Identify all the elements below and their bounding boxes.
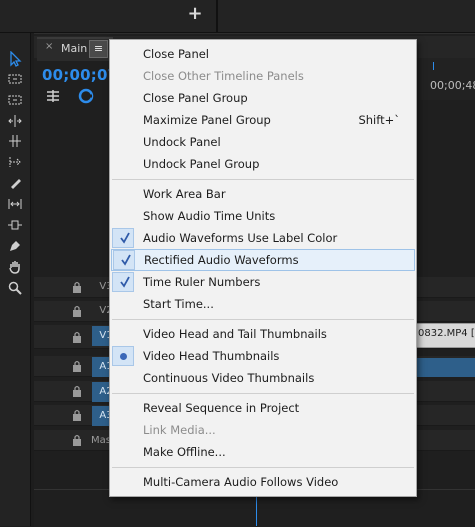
- ripple-edit-tool-icon[interactable]: [6, 113, 24, 129]
- menu-item-label: Audio Waveforms Use Label Color: [143, 231, 338, 245]
- rate-stretch-tool-icon[interactable]: [6, 154, 24, 170]
- lock-icon[interactable]: [72, 409, 82, 421]
- menu-item-label: Close Panel: [143, 47, 210, 61]
- linked-selection-icon[interactable]: [78, 88, 94, 104]
- menu-item-label: Undock Panel: [143, 135, 221, 149]
- menu-item-continuous-video-thumbnails[interactable]: Continuous Video Thumbnails: [110, 367, 416, 389]
- menu-item-label: Maximize Panel Group: [143, 113, 271, 127]
- panel-header-strip: [0, 0, 475, 33]
- menu-item-audio-waveforms-label-color[interactable]: Audio Waveforms Use Label Color: [110, 227, 416, 249]
- slip-tool-icon[interactable]: [6, 196, 24, 212]
- selection-tool-icon[interactable]: [6, 51, 24, 67]
- lock-icon[interactable]: [72, 281, 82, 293]
- menu-item-label: Close Other Timeline Panels: [143, 69, 304, 83]
- check-gutter: [113, 250, 135, 270]
- menu-item-link-media: Link Media...: [110, 419, 416, 441]
- panel-menu-button[interactable]: ≡: [89, 40, 108, 58]
- menu-item-label: Work Area Bar: [143, 187, 226, 201]
- panel-context-menu: Close Panel Close Other Timeline Panels …: [109, 39, 417, 497]
- lock-icon[interactable]: [72, 305, 82, 317]
- playhead-timecode[interactable]: 00;00;07: [42, 66, 118, 84]
- lock-icon[interactable]: [72, 331, 82, 343]
- razor-tool-icon[interactable]: [6, 175, 24, 191]
- menu-item-label: Undock Panel Group: [143, 157, 260, 171]
- menu-item-label: Reveal Sequence in Project: [143, 401, 300, 415]
- menu-item-label: Continuous Video Thumbnails: [143, 371, 315, 385]
- menu-item-video-head-thumbnails[interactable]: Video Head Thumbnails: [110, 345, 416, 367]
- menu-item-label: Video Head and Tail Thumbnails: [143, 327, 327, 341]
- menu-separator: [112, 393, 414, 394]
- checkmark-icon: [121, 254, 131, 266]
- check-gutter: [112, 272, 134, 292]
- menu-item-label: Start Time...: [143, 297, 214, 311]
- radio-gutter: [112, 346, 134, 366]
- insert-overwrite-icon[interactable]: [45, 88, 61, 104]
- menu-item-label: Video Head Thumbnails: [143, 349, 280, 363]
- menu-item-close-panel[interactable]: Close Panel: [110, 43, 416, 65]
- add-panel-plus-icon[interactable]: +: [186, 4, 204, 24]
- menu-item-rectified-audio-waveforms[interactable]: Rectified Audio Waveforms: [111, 249, 415, 271]
- panel-divider: [216, 0, 218, 32]
- menu-separator: [112, 319, 414, 320]
- track-select-backward-tool-icon[interactable]: [6, 92, 24, 108]
- menu-separator: [112, 467, 414, 468]
- hand-tool-icon[interactable]: [6, 259, 24, 275]
- ruler-timecode-label: 00;00;48: [430, 79, 475, 92]
- video-clip-label: 0832.MP4 [V: [418, 328, 475, 339]
- tab-main-label[interactable]: Main: [61, 42, 87, 55]
- menu-item-label: Make Offline...: [143, 445, 226, 459]
- track-select-forward-tool-icon[interactable]: [6, 71, 24, 87]
- menu-item-label: Show Audio Time Units: [143, 209, 276, 223]
- pen-tool-icon[interactable]: [6, 238, 24, 254]
- menu-item-label: Close Panel Group: [143, 91, 248, 105]
- menu-item-close-panel-group[interactable]: Close Panel Group: [110, 87, 416, 109]
- menu-item-label: Time Ruler Numbers: [143, 275, 261, 289]
- menu-separator: [112, 179, 414, 180]
- menu-item-make-offline[interactable]: Make Offline...: [110, 441, 416, 463]
- checkmark-icon: [120, 232, 130, 244]
- menu-item-time-ruler-numbers[interactable]: Time Ruler Numbers: [110, 271, 416, 293]
- menu-item-reveal-sequence-in-project[interactable]: Reveal Sequence in Project: [110, 397, 416, 419]
- check-gutter: [112, 228, 134, 248]
- menu-item-show-audio-time-units[interactable]: Show Audio Time Units: [110, 205, 416, 227]
- lock-icon[interactable]: [72, 385, 82, 397]
- menu-item-close-other-timeline-panels: Close Other Timeline Panels: [110, 65, 416, 87]
- radio-dot-icon: [120, 353, 127, 360]
- menu-item-start-time[interactable]: Start Time...: [110, 293, 416, 315]
- menu-item-shortcut: Shift+`: [358, 113, 400, 127]
- menu-item-label: Link Media...: [143, 423, 216, 437]
- checkmark-icon: [120, 276, 130, 288]
- tools-panel: [0, 33, 31, 526]
- lock-icon[interactable]: [72, 360, 82, 372]
- zoom-tool-icon[interactable]: [6, 280, 24, 296]
- menu-item-multicam-audio-follows-video[interactable]: Multi-Camera Audio Follows Video: [110, 471, 416, 493]
- ruler-playhead-marker: [433, 62, 434, 70]
- audio-clip[interactable]: [416, 358, 475, 377]
- rolling-edit-tool-icon[interactable]: [6, 133, 24, 149]
- menu-item-work-area-bar[interactable]: Work Area Bar: [110, 183, 416, 205]
- lock-icon[interactable]: [72, 434, 82, 446]
- menu-item-undock-panel-group[interactable]: Undock Panel Group: [110, 153, 416, 175]
- tab-close-button[interactable]: ×: [45, 41, 53, 52]
- menu-item-maximize-panel-group[interactable]: Maximize Panel Group Shift+`: [110, 109, 416, 131]
- menu-item-video-head-tail-thumbnails[interactable]: Video Head and Tail Thumbnails: [110, 323, 416, 345]
- slide-tool-icon[interactable]: [6, 217, 24, 233]
- menu-item-label: Multi-Camera Audio Follows Video: [143, 475, 339, 489]
- menu-item-undock-panel[interactable]: Undock Panel: [110, 131, 416, 153]
- menu-item-label: Rectified Audio Waveforms: [144, 253, 299, 267]
